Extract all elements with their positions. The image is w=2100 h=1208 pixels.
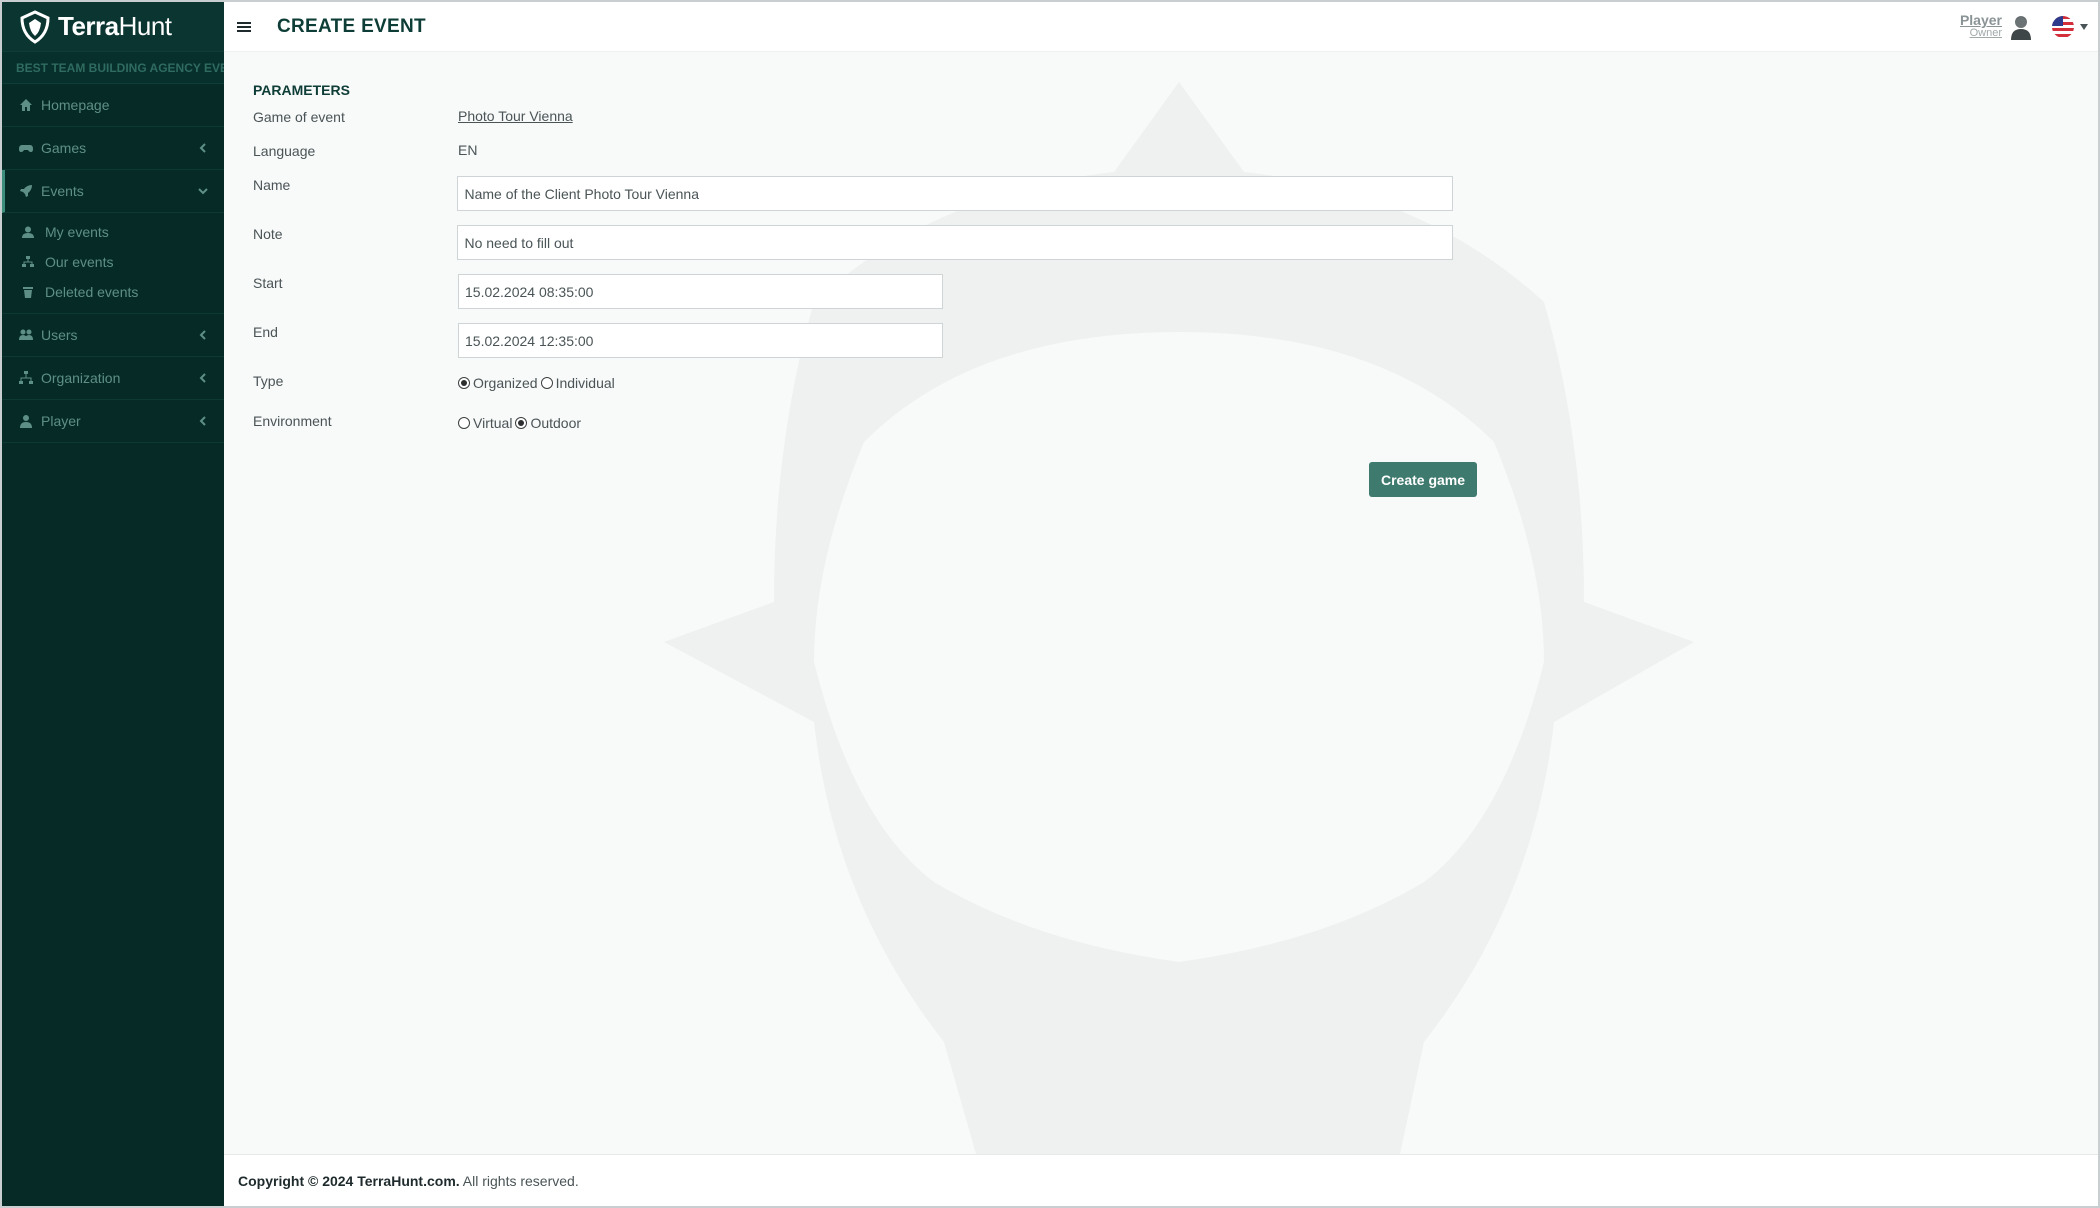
type-option-individual[interactable]: Individual	[556, 375, 615, 391]
type-radio-individual[interactable]	[540, 377, 553, 389]
note-label: Note	[253, 226, 283, 242]
section-title: PARAMETERS	[253, 82, 350, 98]
footer-rights: All rights reserved.	[459, 1172, 579, 1189]
sidebar-subitem-label: My events	[45, 224, 109, 240]
note-input[interactable]	[457, 225, 1453, 260]
brand-name-bold: Terra	[58, 11, 119, 41]
user-role: Owner	[1969, 27, 2002, 39]
game-link[interactable]: Photo Tour Vienna	[458, 108, 573, 124]
terrahunt-logo-icon	[20, 9, 50, 44]
environment-radio-group: Virtual Outdoor	[458, 412, 584, 431]
sidebar-item-label: Homepage	[41, 97, 110, 113]
name-row: Name	[253, 176, 1453, 225]
end-datetime-input[interactable]	[458, 323, 943, 358]
header-user-area: Player Owner	[1960, 2, 2088, 52]
name-input[interactable]	[457, 176, 1453, 211]
users-icon	[19, 329, 33, 340]
type-radio-group: Organized Individual	[458, 372, 618, 391]
sidebar-subitem-label: Deleted events	[45, 284, 139, 300]
environment-row: Environment Virtual Outdoor	[253, 412, 1453, 452]
caret-down-icon[interactable]	[2080, 24, 2088, 30]
sidebar-item-users[interactable]: Users	[2, 314, 224, 357]
game-row: Game of event Photo Tour Vienna	[253, 108, 1453, 142]
events-submenu: My events Our events Deleted events	[2, 213, 224, 314]
top-header: CREATE EVENT Player Owner	[224, 2, 2098, 52]
avatar[interactable]	[2010, 14, 2032, 40]
note-row: Note	[253, 225, 1453, 274]
environment-option-virtual[interactable]: Virtual	[473, 415, 512, 431]
sidebar-item-organization[interactable]: Organization	[2, 357, 224, 400]
sidebar-item-label: Organization	[41, 370, 121, 386]
footer-copyright: Copyright © 2024 TerraHunt.com.	[238, 1172, 460, 1189]
sidebar: Terra Hunt BEST TEAM BUILDING AGENCY EVER…	[2, 2, 224, 1206]
game-label: Game of event	[253, 109, 345, 125]
us-flag-icon[interactable]	[2052, 16, 2078, 38]
environment-option-outdoor[interactable]: Outdoor	[530, 415, 581, 431]
main-content: PARAMETERS Game of event Photo Tour Vien…	[224, 52, 2098, 1154]
sidebar-subitem-label: Our events	[45, 254, 114, 270]
sidebar-item-label: Games	[41, 140, 87, 156]
sidebar-item-games[interactable]: Games	[2, 127, 224, 170]
sitemap-icon	[19, 371, 33, 384]
chevron-down-icon	[198, 188, 208, 195]
brand-tagline: BEST TEAM BUILDING AGENCY EVER	[2, 52, 224, 84]
rocket-icon	[20, 185, 32, 197]
page-title: CREATE EVENT	[277, 15, 426, 37]
sidebar-subitem-deleted-events[interactable]: Deleted events	[2, 277, 224, 307]
chevron-left-icon	[199, 416, 206, 426]
sidebar-item-label: Events	[41, 183, 84, 199]
name-label: Name	[253, 177, 291, 193]
sidebar-subitem-my-events[interactable]: My events	[2, 217, 224, 247]
radio-selected-dot	[461, 380, 467, 386]
sidebar-item-events[interactable]: Events	[2, 170, 224, 213]
language-label: Language	[253, 143, 316, 159]
home-icon	[20, 99, 32, 111]
environment-radio-outdoor[interactable]	[515, 417, 528, 429]
sidebar-item-label: Player	[41, 413, 81, 429]
environment-label: Environment	[253, 413, 332, 429]
end-row: End	[253, 323, 1453, 372]
type-label: Type	[253, 373, 284, 389]
trash-icon	[23, 287, 33, 298]
footer: Copyright © 2024 TerraHunt.com. All righ…	[224, 1154, 2098, 1206]
hamburger-menu-icon[interactable]	[237, 21, 251, 33]
form-actions: Create game	[253, 462, 1477, 522]
type-option-organized[interactable]: Organized	[473, 375, 538, 391]
event-form: PARAMETERS Game of event Photo Tour Vien…	[253, 82, 1477, 522]
language-value: EN	[458, 142, 478, 158]
user-name: Player	[1959, 12, 2002, 28]
sidebar-item-label: Users	[41, 327, 78, 343]
chevron-left-icon	[199, 373, 206, 383]
sidebar-item-homepage[interactable]: Homepage	[2, 84, 224, 127]
brand-name-light: Hunt	[118, 11, 172, 41]
chevron-left-icon	[199, 330, 206, 340]
start-row: Start	[253, 274, 1453, 323]
sitemap-icon	[22, 256, 34, 267]
sidebar-item-player[interactable]: Player	[2, 400, 224, 443]
sidebar-subitem-our-events[interactable]: Our events	[2, 247, 224, 277]
start-label: Start	[253, 275, 283, 291]
create-game-button[interactable]: Create game	[1369, 462, 1477, 497]
type-radio-organized[interactable]	[458, 377, 470, 389]
chevron-left-icon	[199, 143, 206, 153]
radio-selected-dot	[518, 420, 525, 426]
end-label: End	[253, 324, 278, 340]
user-icon	[22, 226, 34, 238]
user-menu[interactable]: Player Owner	[1959, 12, 2002, 40]
start-datetime-input[interactable]	[458, 274, 943, 309]
user-icon	[20, 415, 32, 428]
app-window: Terra Hunt BEST TEAM BUILDING AGENCY EVER…	[0, 0, 2100, 1208]
environment-radio-virtual[interactable]	[458, 417, 470, 429]
gamepad-icon	[19, 145, 33, 152]
brand-logo[interactable]: Terra Hunt	[2, 2, 224, 52]
language-row: Language EN	[253, 142, 1453, 176]
type-row: Type Organized Individual	[253, 372, 1453, 412]
